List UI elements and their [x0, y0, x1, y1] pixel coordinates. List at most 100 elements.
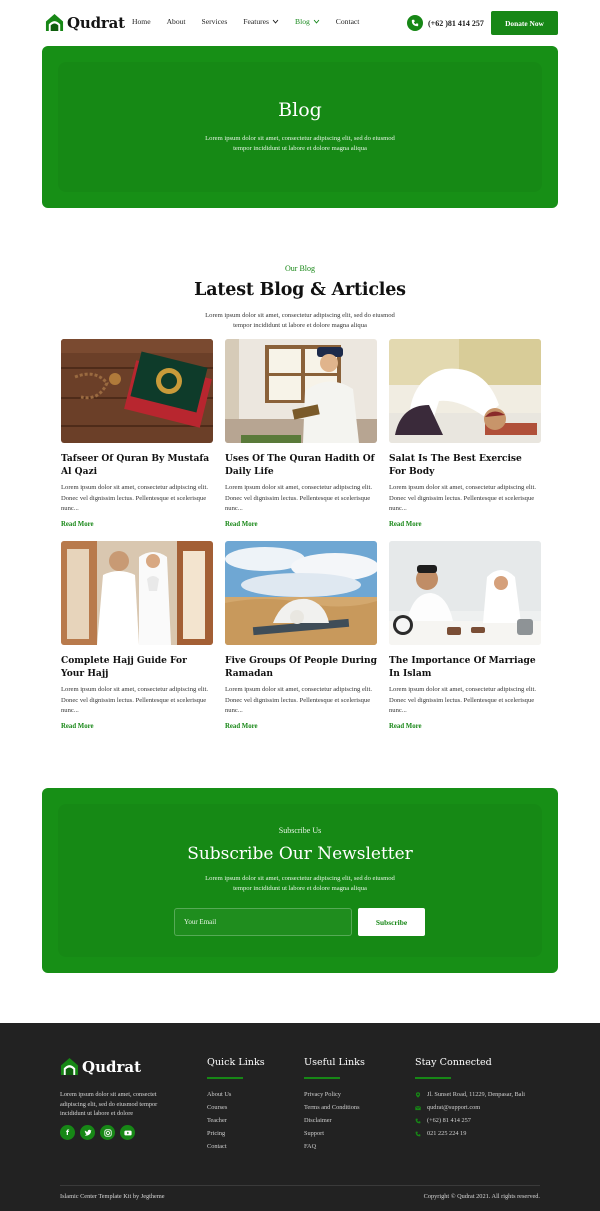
heading-underline	[415, 1077, 451, 1079]
header-phone[interactable]: (+62 )81 414 257	[407, 15, 484, 31]
footer-divider	[60, 1185, 540, 1186]
quran-book-photo[interactable]	[61, 339, 213, 443]
man-praying-photo[interactable]	[389, 339, 541, 443]
nav-label: About	[166, 17, 186, 26]
post-title[interactable]: The Importance Of Marriage In Islam	[389, 655, 541, 680]
footer-link-courses[interactable]: Courses	[207, 1101, 265, 1114]
newsletter-desc: Lorem ipsum dolor sit amet, consectetur …	[185, 874, 415, 894]
post-title[interactable]: Tafseer Of Quran By Mustafa Al Qazi	[61, 453, 213, 478]
read-more-link[interactable]: Read More	[389, 521, 541, 528]
heading-underline	[207, 1077, 243, 1079]
nav-label: Features	[243, 17, 270, 26]
newsletter-email-input[interactable]	[174, 908, 352, 936]
post-title[interactable]: Complete Hajj Guide For Your Hajj	[61, 655, 213, 680]
post-excerpt: Lorem ipsum dolor sit amet, consectetur …	[225, 484, 373, 513]
contact-address-text: Jl. Sunset Road, 11229, Denpasar, Bali	[427, 1091, 525, 1098]
post-title[interactable]: Salat Is The Best Exercise For Body	[389, 453, 541, 478]
nav-services[interactable]: Services	[202, 17, 228, 26]
nav-features[interactable]: Features	[243, 17, 279, 26]
desert-prayer-photo[interactable]	[225, 541, 377, 645]
footer-link-privacy[interactable]: Privacy Policy	[304, 1088, 365, 1101]
read-more-link[interactable]: Read More	[389, 723, 541, 730]
quick-links-title: Quick Links	[207, 1057, 265, 1068]
twitter-icon[interactable]	[80, 1125, 95, 1140]
contact-phone-2[interactable]: 021 225 224 19	[415, 1127, 525, 1140]
hero-subtitle: Lorem ipsum dolor sit amet, consectetur …	[172, 134, 428, 154]
footer-link-about-us[interactable]: About Us	[207, 1088, 265, 1101]
youtube-icon[interactable]	[120, 1125, 135, 1140]
footer-copyright: Copyright © Qudrat 2021. All rights rese…	[423, 1193, 540, 1200]
blog-card[interactable]: Five Groups Of People During Ramadan Lor…	[225, 541, 377, 730]
newsletter-desc-line1: Lorem ipsum dolor sit amet, consectetur …	[205, 875, 395, 882]
nav-label: Home	[132, 17, 151, 26]
contact-phone-text: (+62) 81 414 257	[427, 1117, 471, 1124]
couple-table-photo[interactable]	[389, 541, 541, 645]
footer-link-disclaimer[interactable]: Disclaimer	[304, 1114, 365, 1127]
man-reading-photo[interactable]	[225, 339, 377, 443]
stay-connected-column: Stay Connected Jl. Sunset Road, 11229, D…	[415, 1057, 525, 1140]
donate-button[interactable]: Donate Now	[491, 11, 558, 35]
heading-underline	[304, 1077, 340, 1079]
phone-number: (+62 )81 414 257	[428, 18, 484, 28]
facebook-icon[interactable]: f	[60, 1125, 75, 1140]
hero-subtitle-line2: tempor incididunt ut labore et dolore ma…	[233, 145, 367, 152]
newsletter-eyebrow: Subscribe Us	[278, 826, 322, 835]
blog-card[interactable]: Complete Hajj Guide For Your Hajj Lorem …	[61, 541, 213, 730]
contact-phone-2-text: 021 225 224 19	[427, 1130, 467, 1137]
phone-icon	[407, 15, 423, 31]
subscribe-button[interactable]: Subscribe	[358, 908, 425, 936]
contact-email[interactable]: qudrat@support.com	[415, 1101, 525, 1114]
footer-link-contact[interactable]: Contact	[207, 1140, 265, 1153]
blog-section-title: Latest Blog & Articles	[194, 280, 406, 300]
footer-brand-name: Qudrat	[82, 1057, 142, 1076]
phone-icon	[415, 1118, 421, 1123]
phone-icon	[415, 1131, 421, 1136]
blog-card[interactable]: Tafseer Of Quran By Mustafa Al Qazi Lore…	[61, 339, 213, 528]
blog-desc-line1: Lorem ipsum dolor sit amet, consectetur …	[205, 312, 395, 319]
blog-card[interactable]: Uses Of The Quran Hadith Of Daily Life L…	[225, 339, 377, 528]
footer-credit: Islamic Center Template Kit by Jegtheme	[60, 1193, 165, 1200]
nav-home[interactable]: Home	[132, 17, 151, 26]
post-title[interactable]: Uses Of The Quran Hadith Of Daily Life	[225, 453, 377, 478]
blog-eyebrow: Our Blog	[285, 264, 315, 273]
footer-link-faq[interactable]: FAQ	[304, 1140, 365, 1153]
site-footer: Qudrat Lorem ipsum dolor sit amet, conse…	[0, 1023, 600, 1211]
nav-contact[interactable]: Contact	[336, 17, 360, 26]
read-more-link[interactable]: Read More	[61, 521, 213, 528]
read-more-link[interactable]: Read More	[61, 723, 213, 730]
brand-name: Qudrat	[67, 13, 125, 32]
nav-blog[interactable]: Blog	[295, 17, 320, 26]
footer-link-pricing[interactable]: Pricing	[207, 1127, 265, 1140]
page-title: Blog	[278, 99, 322, 121]
blog-card[interactable]: Salat Is The Best Exercise For Body Lore…	[389, 339, 541, 528]
location-pin-icon	[415, 1091, 421, 1098]
instagram-icon[interactable]	[100, 1125, 115, 1140]
newsletter-desc-line2: tempor incididunt ut labore et dolore ma…	[233, 885, 367, 892]
blog-card[interactable]: The Importance Of Marriage In Islam Lore…	[389, 541, 541, 730]
mosque-icon	[45, 13, 64, 32]
chevron-down-icon	[313, 19, 320, 24]
contact-email-text: qudrat@support.com	[427, 1104, 481, 1111]
read-more-link[interactable]: Read More	[225, 723, 377, 730]
brand-logo[interactable]: Qudrat	[45, 13, 125, 32]
footer-link-teacher[interactable]: Teacher	[207, 1114, 265, 1127]
social-links: f	[60, 1125, 135, 1140]
mail-icon	[415, 1105, 421, 1110]
nav-label: Services	[201, 17, 228, 26]
couple-praying-photo[interactable]	[61, 541, 213, 645]
footer-logo[interactable]: Qudrat	[60, 1057, 141, 1076]
footer-link-terms[interactable]: Terms and Conditions	[304, 1101, 365, 1114]
nav-about[interactable]: About	[167, 17, 186, 26]
post-excerpt: Lorem ipsum dolor sit amet, consectetur …	[225, 686, 373, 715]
footer-link-support[interactable]: Support	[304, 1127, 365, 1140]
useful-links-column: Useful Links Privacy Policy Terms and Co…	[304, 1057, 365, 1153]
chevron-down-icon	[272, 19, 279, 24]
contact-phone[interactable]: (+62) 81 414 257	[415, 1114, 525, 1127]
blog-section-desc: Lorem ipsum dolor sit amet, consectetur …	[185, 311, 415, 331]
post-excerpt: Lorem ipsum dolor sit amet, consectetur …	[61, 484, 209, 513]
quick-links-column: Quick Links About Us Courses Teacher Pri…	[207, 1057, 265, 1153]
read-more-link[interactable]: Read More	[225, 521, 377, 528]
footer-about: Lorem ipsum dolor sit amet, consectet ad…	[60, 1091, 158, 1117]
post-title[interactable]: Five Groups Of People During Ramadan	[225, 655, 377, 680]
main-nav: Home About Services Features Blog Contac…	[132, 17, 375, 26]
